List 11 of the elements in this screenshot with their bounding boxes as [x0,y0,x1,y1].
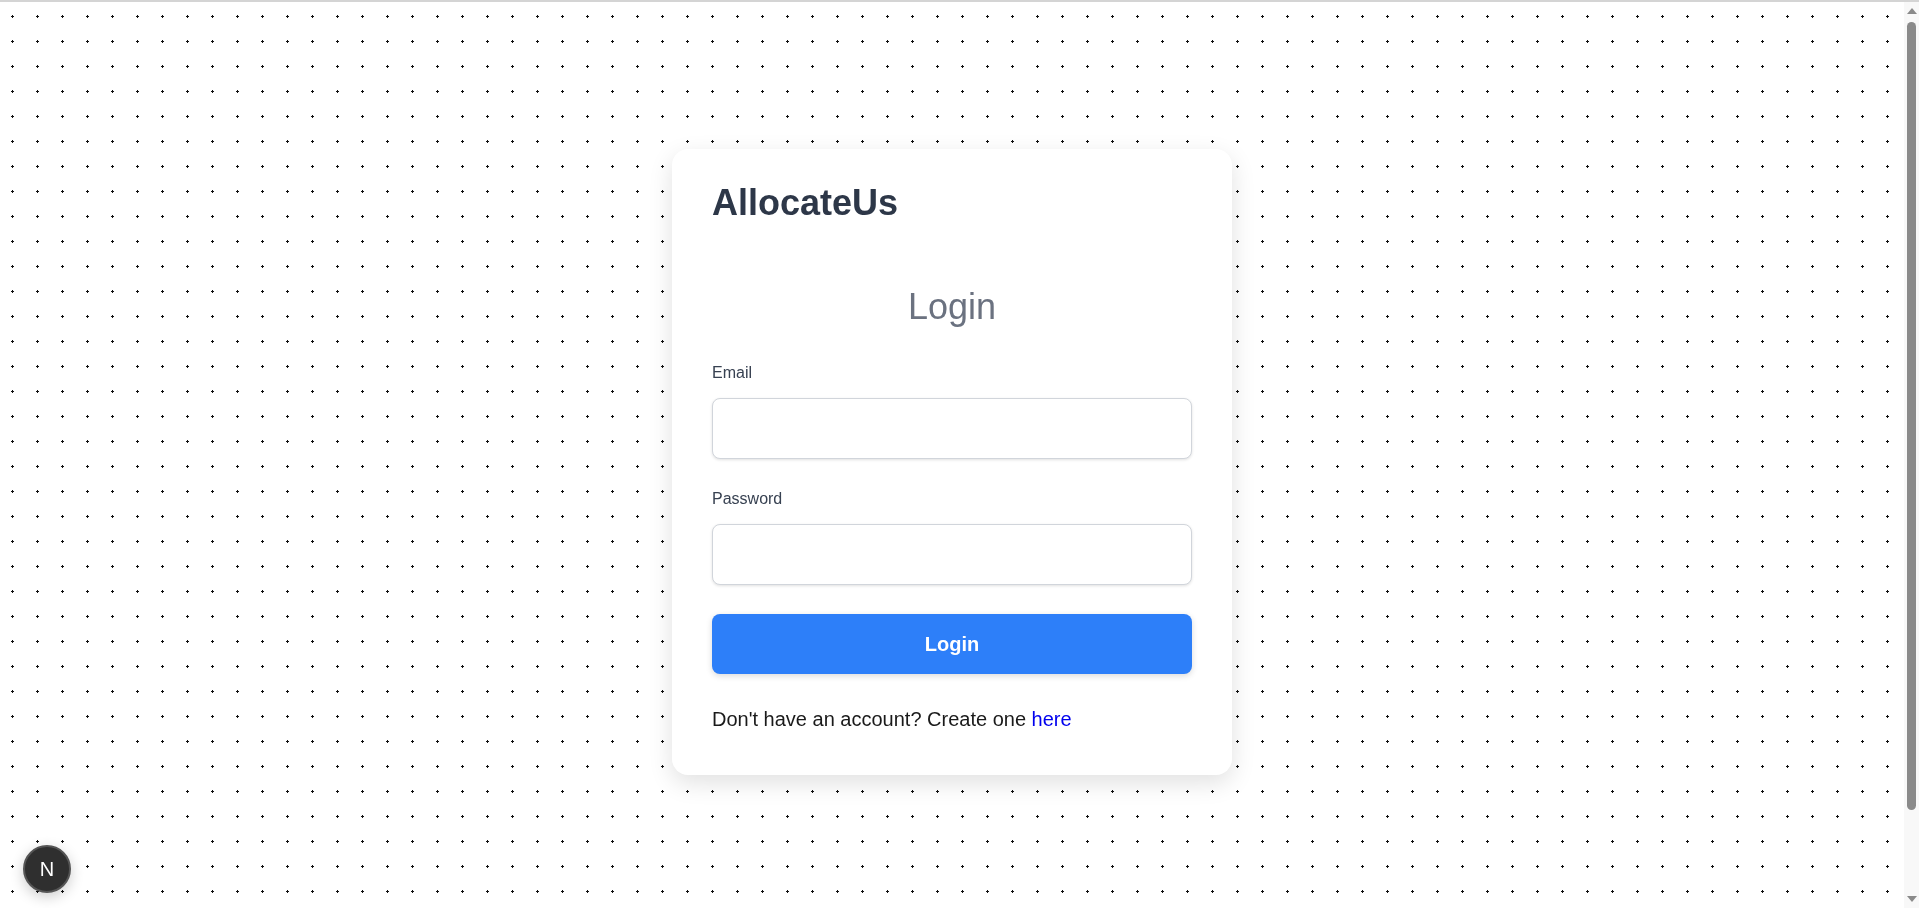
signup-link[interactable]: here [1031,708,1072,730]
form-heading: Login [907,285,997,329]
login-button[interactable]: Login [712,614,1192,674]
brand-title: AllocateUs [712,181,899,225]
dev-badge[interactable]: N [23,845,71,893]
signup-prompt: Don't have an account? Create one here [712,707,1072,731]
field-label: Password [712,489,783,509]
scrollbar[interactable] [1904,2,1919,908]
input-field[interactable] [712,398,1192,459]
input-field[interactable] [712,524,1192,585]
field-label: Email [712,363,752,383]
